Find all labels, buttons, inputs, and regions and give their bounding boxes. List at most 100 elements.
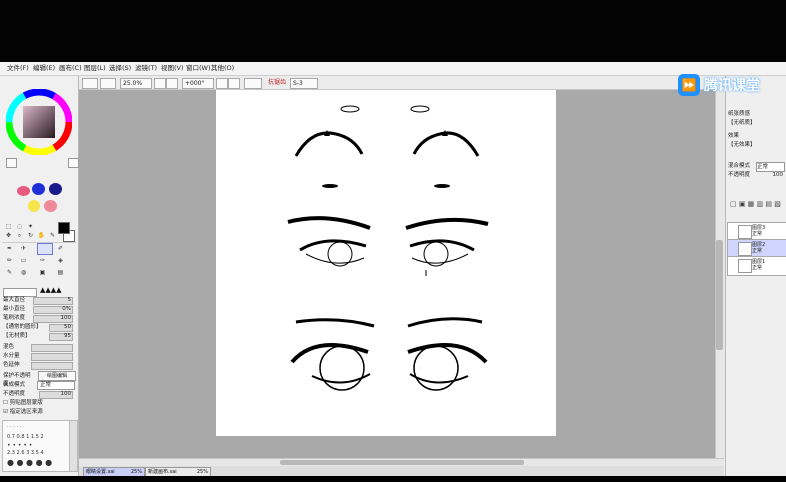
rp-opacity-value: 100 xyxy=(772,172,784,178)
param-shape-value: 50 xyxy=(64,324,71,330)
bucket-tool-icon[interactable]: ◈ xyxy=(55,256,66,265)
layer-mode-label: 合成模式 xyxy=(3,382,26,388)
doc-tab-name-2: 新建画布.sai xyxy=(148,469,177,475)
param-min-size[interactable]: 最小直径 0% xyxy=(3,305,75,314)
size-preset-dots[interactable]: · · · · · 0.7 0.8 1 1.5 2 • • • • • 2.3 … xyxy=(5,422,67,470)
lasso-tool-icon[interactable]: ◌ xyxy=(14,222,25,231)
select-tool-icon[interactable]: ⬚ xyxy=(3,222,14,231)
rp-opacity-row[interactable]: 不透明度 100 xyxy=(728,171,785,179)
menu-other[interactable]: 其他(O) xyxy=(211,64,234,73)
watermark-text: 腾讯课堂 xyxy=(704,78,760,94)
selection-toggle[interactable] xyxy=(82,78,98,89)
deselect-button[interactable] xyxy=(100,78,116,89)
move-tool-icon[interactable]: ✥ xyxy=(3,231,14,240)
flip-horizontal-button[interactable] xyxy=(244,78,262,89)
menu-window[interactable]: 窗口(W) xyxy=(186,64,211,73)
layer-opacity-label: 不透明度 xyxy=(3,391,26,397)
toolbar: 25.0% +000° 抗锯齿 S-3 xyxy=(78,76,718,90)
layer-opacity-value: 100 xyxy=(60,391,72,397)
rp-opacity-label: 不透明度 xyxy=(728,172,751,178)
layer-mode: 正常 xyxy=(752,265,763,271)
zoom-field[interactable]: 25.0% xyxy=(120,78,152,89)
rp-effect-value[interactable]: 【无效果】 xyxy=(728,141,785,149)
selpen-tool-icon[interactable]: ✑ xyxy=(37,256,48,265)
swatch-navy[interactable] xyxy=(49,183,62,195)
param-mix[interactable]: 混色 xyxy=(3,343,75,352)
watermark: ⏩ 腾讯课堂 xyxy=(676,72,786,102)
param-min-size-value: 0% xyxy=(62,306,71,312)
menu-select[interactable]: 选择(S) xyxy=(109,64,131,73)
layer-mode: 正常 xyxy=(752,231,763,237)
fill-tool-icon[interactable]: ▣ xyxy=(37,268,48,277)
pen-tool-icon[interactable]: ✒ xyxy=(4,244,15,253)
blur-tool-icon[interactable]: ◍ xyxy=(18,268,29,277)
rp-effect-label: 效果 xyxy=(728,133,740,139)
zoom-tool-icon[interactable]: ⌕ xyxy=(14,231,25,240)
param-shape[interactable]: 【通常的圆形】 50 xyxy=(3,323,75,332)
swatch-pink[interactable] xyxy=(17,186,30,196)
param-max-size[interactable]: 最大直径 5 xyxy=(3,296,75,305)
gradient-tool-icon[interactable]: ▤ xyxy=(55,268,66,277)
vertical-scroll-thumb[interactable] xyxy=(716,240,723,350)
watercolor-tool-icon[interactable]: ✐ xyxy=(55,244,66,253)
menu-edit[interactable]: 编辑(E) xyxy=(33,64,55,73)
param-texture[interactable]: 【无材质】 95 xyxy=(3,332,75,341)
hand-tool-icon[interactable]: ✋ xyxy=(36,231,47,240)
menu-file[interactable]: 文件(F) xyxy=(7,64,29,73)
horizontal-scroll-thumb[interactable] xyxy=(280,460,524,465)
color-mode-button[interactable] xyxy=(6,158,17,168)
zoom-value: 25.0% xyxy=(123,80,143,87)
brush-tip-icons[interactable]: ▲▲▲▲ xyxy=(40,286,76,295)
size-preset-scrollbar[interactable] xyxy=(69,420,78,472)
check-clip-label: 指定选区来源 xyxy=(9,409,43,415)
zoom-in-button[interactable] xyxy=(154,78,166,89)
layer-item-3[interactable]: 图层1 正常 xyxy=(727,256,786,276)
param-extend[interactable]: 色延伸 xyxy=(3,361,75,370)
document-tab-bar: 眼睛设置.sai 25% 新建画布.sai 25% xyxy=(79,466,724,477)
swatch-blue[interactable] xyxy=(32,183,45,195)
blend-mode-button[interactable]: 绘图编辑 xyxy=(38,371,76,381)
param-mix-label: 混色 xyxy=(3,344,15,350)
menu-layer[interactable]: 图层(L) xyxy=(84,64,106,73)
doc-tab-name: 眼睛设置.sai xyxy=(86,469,115,475)
menu-canvas[interactable]: 画布(C) xyxy=(59,64,82,73)
eyedropper-tool-icon[interactable]: ✎ xyxy=(47,231,58,240)
rp-texture-value[interactable]: 【无纸质】 xyxy=(728,119,785,127)
binary-pen-tool-icon[interactable]: ✎ xyxy=(4,268,15,277)
marker-tool-icon[interactable]: ✏ xyxy=(4,256,15,265)
wand-tool-icon[interactable]: ✦ xyxy=(25,222,36,231)
param-texture-value: 95 xyxy=(64,333,71,339)
param-shape-label: 【通常的圆形】 xyxy=(3,324,42,330)
check-protect-label: 剪贴图层蒙版 xyxy=(9,400,43,406)
menu-filter[interactable]: 滤镜(T) xyxy=(135,64,157,73)
param-water[interactable]: 水分量 xyxy=(3,352,75,361)
rotate-left-button[interactable] xyxy=(216,78,228,89)
color-menu-button[interactable] xyxy=(68,158,79,168)
doc-tab-zoom: 25% xyxy=(130,469,142,475)
check-protect[interactable]: ☐ 剪贴图层蒙版 xyxy=(3,399,75,407)
zoom-out-button[interactable] xyxy=(166,78,178,89)
param-density[interactable]: 笔刷浓度 100 xyxy=(3,314,75,323)
eraser-tool-icon[interactable]: ▭ xyxy=(18,256,29,265)
layer-mode-row[interactable]: 合成模式 正常 xyxy=(3,381,75,390)
layer-button-row[interactable]: ▢ ▣ ▦ ▥ ▤ ▧ xyxy=(730,200,782,209)
layer-thumbnail xyxy=(738,225,752,239)
layer-mode-select[interactable]: 正常 xyxy=(37,381,75,390)
layer-panel: 纸张质感 【无纸质】 效果 【无效果】 混合模式 正常 不透明度 100 ▢ ▣… xyxy=(725,76,786,476)
swatch-yellow[interactable] xyxy=(28,200,40,212)
param-texture-label: 【无材质】 xyxy=(3,333,31,339)
brush-tool-selected[interactable] xyxy=(37,243,53,255)
rotate-tool-icon[interactable]: ↻ xyxy=(25,231,36,240)
menu-view[interactable]: 视图(V) xyxy=(161,64,184,73)
check-clip[interactable]: ☑ 指定选区来源 xyxy=(3,408,75,416)
airbrush-tool-icon[interactable]: ✈ xyxy=(18,244,29,253)
primary-color[interactable] xyxy=(58,222,70,234)
swatch-rose[interactable] xyxy=(44,200,57,212)
color-wheel[interactable] xyxy=(6,89,72,155)
stabilizer-field[interactable]: S-3 xyxy=(290,78,318,89)
layer-opacity-row[interactable]: 不透明度 100 xyxy=(3,390,75,399)
rotate-right-button[interactable] xyxy=(228,78,240,89)
angle-field[interactable]: +000° xyxy=(182,78,214,89)
drawing-canvas[interactable] xyxy=(216,90,556,436)
eye-sketches xyxy=(287,105,489,391)
